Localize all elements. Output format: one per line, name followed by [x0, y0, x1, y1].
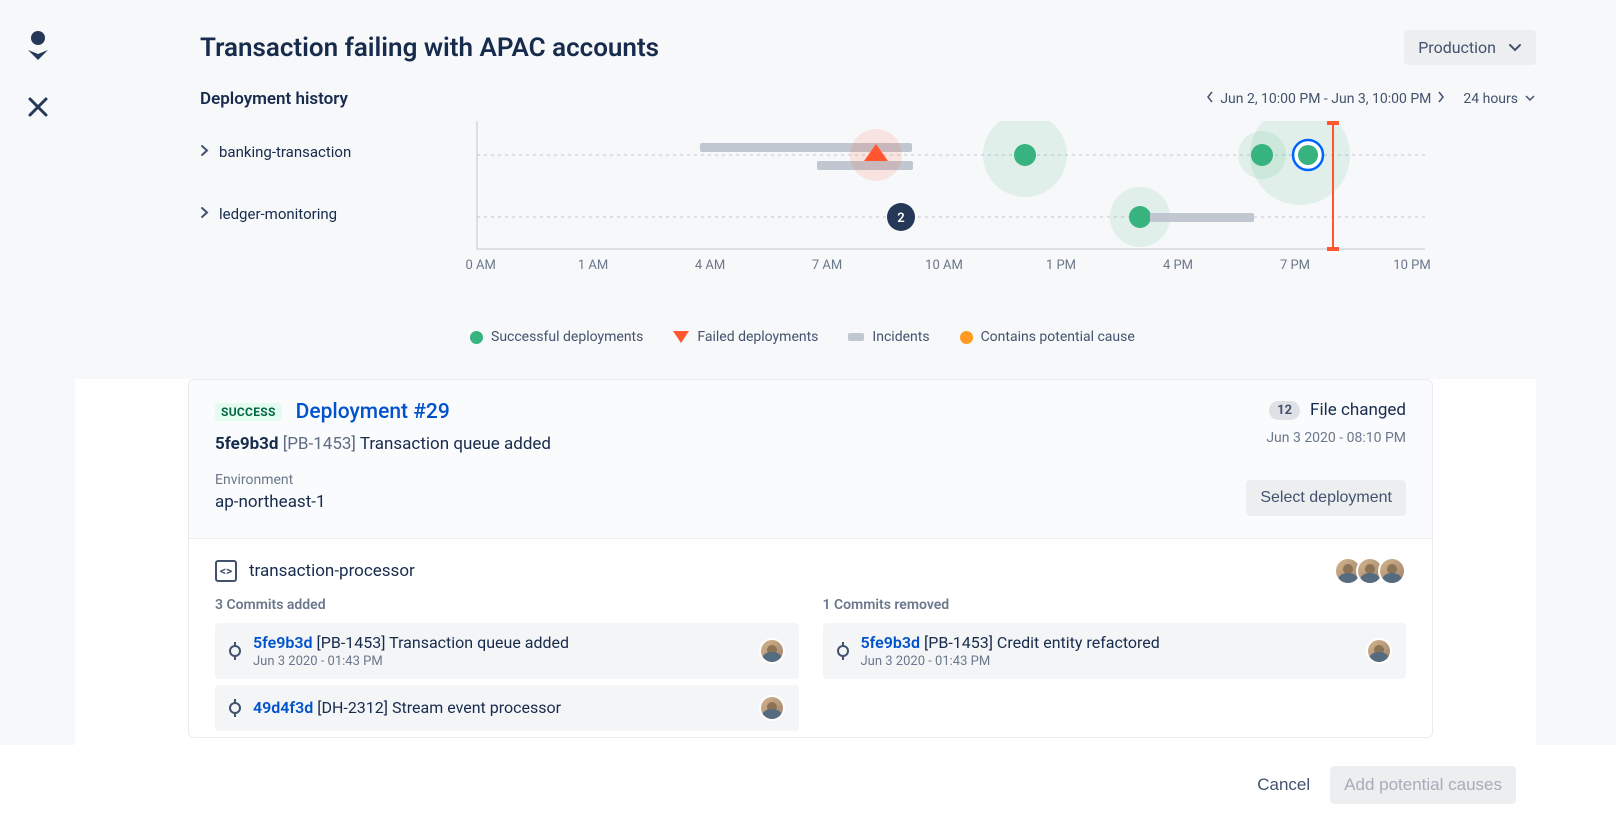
failed-triangle-icon — [673, 331, 689, 343]
service-name: ledger-monitoring — [219, 205, 337, 223]
commit-icon — [229, 645, 241, 657]
avatar — [1378, 557, 1406, 585]
commit-row[interactable]: 49d4f3d [DH-2312] Stream event processor — [215, 685, 799, 731]
repo-name: transaction-processor — [249, 561, 415, 581]
avatar-icon[interactable] — [24, 30, 52, 66]
contributor-avatars[interactable] — [1340, 557, 1406, 585]
svg-text:10 AM: 10 AM — [465, 258, 496, 273]
environment-selector[interactable]: Production — [1404, 30, 1536, 65]
commits-added-header: 3 Commits added — [215, 597, 799, 613]
files-count-badge: 12 — [1269, 401, 1300, 420]
success-dot-icon — [470, 331, 483, 344]
svg-text:4 PM: 4 PM — [1163, 258, 1193, 273]
commit-icon — [837, 645, 849, 657]
cancel-button[interactable]: Cancel — [1257, 775, 1310, 795]
chevron-right-icon — [200, 205, 209, 223]
code-icon: <> — [215, 560, 237, 582]
footer: Cancel Add potential causes — [0, 745, 1616, 824]
chevron-right-icon — [200, 143, 209, 161]
duration-label: 24 hours — [1463, 91, 1518, 107]
service-name: banking-transaction — [219, 143, 351, 161]
avatar — [759, 695, 785, 721]
left-rail — [0, 0, 75, 824]
commit-row[interactable]: 5fe9b3d [PB-1453] Transaction queue adde… — [215, 623, 799, 679]
timeline-chart: 2 10 AM 1 AM 4 AM 7 AM 10 AM 1 PM 4 PM — [465, 121, 1536, 321]
svg-text:4 AM: 4 AM — [695, 258, 725, 273]
incident-bar-icon — [848, 333, 864, 341]
avatar — [1366, 638, 1392, 664]
environment-selector-label: Production — [1418, 38, 1496, 57]
environment-label: Environment — [215, 472, 1246, 488]
timeline-legend: Successful deployments Failed deployment… — [75, 321, 1536, 361]
svg-text:10 PM: 10 PM — [1393, 258, 1430, 273]
service-row-ledger[interactable]: ledger-monitoring — [200, 183, 465, 245]
svg-text:7 AM: 7 AM — [812, 258, 842, 273]
potential-dot-icon — [960, 331, 973, 344]
chevron-right-icon — [1437, 91, 1445, 107]
commit-summary: 5fe9b3d [PB-1453] Transaction queue adde… — [215, 434, 1246, 454]
time-range-nav[interactable]: Jun 2, 10:00 PM - Jun 3, 10:00 PM — [1206, 91, 1445, 107]
avatar — [759, 638, 785, 664]
deployment-history-label: Deployment history — [200, 89, 348, 109]
deployment-card: SUCCESS Deployment #29 5fe9b3d [PB-1453]… — [188, 379, 1433, 738]
svg-text:7 PM: 7 PM — [1280, 258, 1310, 273]
status-badge: SUCCESS — [215, 403, 282, 421]
duration-selector[interactable]: 24 hours — [1463, 91, 1536, 107]
add-potential-causes-button[interactable]: Add potential causes — [1330, 766, 1516, 804]
select-deployment-button[interactable]: Select deployment — [1246, 480, 1406, 516]
svg-text:1 PM: 1 PM — [1046, 258, 1076, 273]
commit-icon — [229, 702, 241, 714]
commits-removed-header: 1 Commits removed — [823, 597, 1407, 613]
chevron-down-icon — [1508, 43, 1522, 53]
page-title: Transaction failing with APAC accounts — [200, 33, 659, 63]
deployment-link[interactable]: Deployment #29 — [296, 400, 450, 424]
close-icon[interactable] — [27, 96, 49, 122]
svg-text:1 AM: 1 AM — [578, 258, 608, 273]
chevron-down-icon — [1524, 91, 1536, 107]
svg-text:2: 2 — [897, 211, 904, 226]
svg-text:10 AM: 10 AM — [925, 258, 963, 273]
time-range-label: Jun 2, 10:00 PM - Jun 3, 10:00 PM — [1220, 91, 1431, 107]
deployment-timestamp: Jun 3 2020 - 08:10 PM — [1246, 430, 1406, 446]
chevron-left-icon — [1206, 91, 1214, 107]
commit-row[interactable]: 5fe9b3d [PB-1453] Credit entity refactor… — [823, 623, 1407, 679]
files-changed-label: File changed — [1310, 400, 1406, 420]
environment-value: ap-northeast-1 — [215, 492, 1246, 512]
service-row-banking[interactable]: banking-transaction — [200, 121, 465, 183]
